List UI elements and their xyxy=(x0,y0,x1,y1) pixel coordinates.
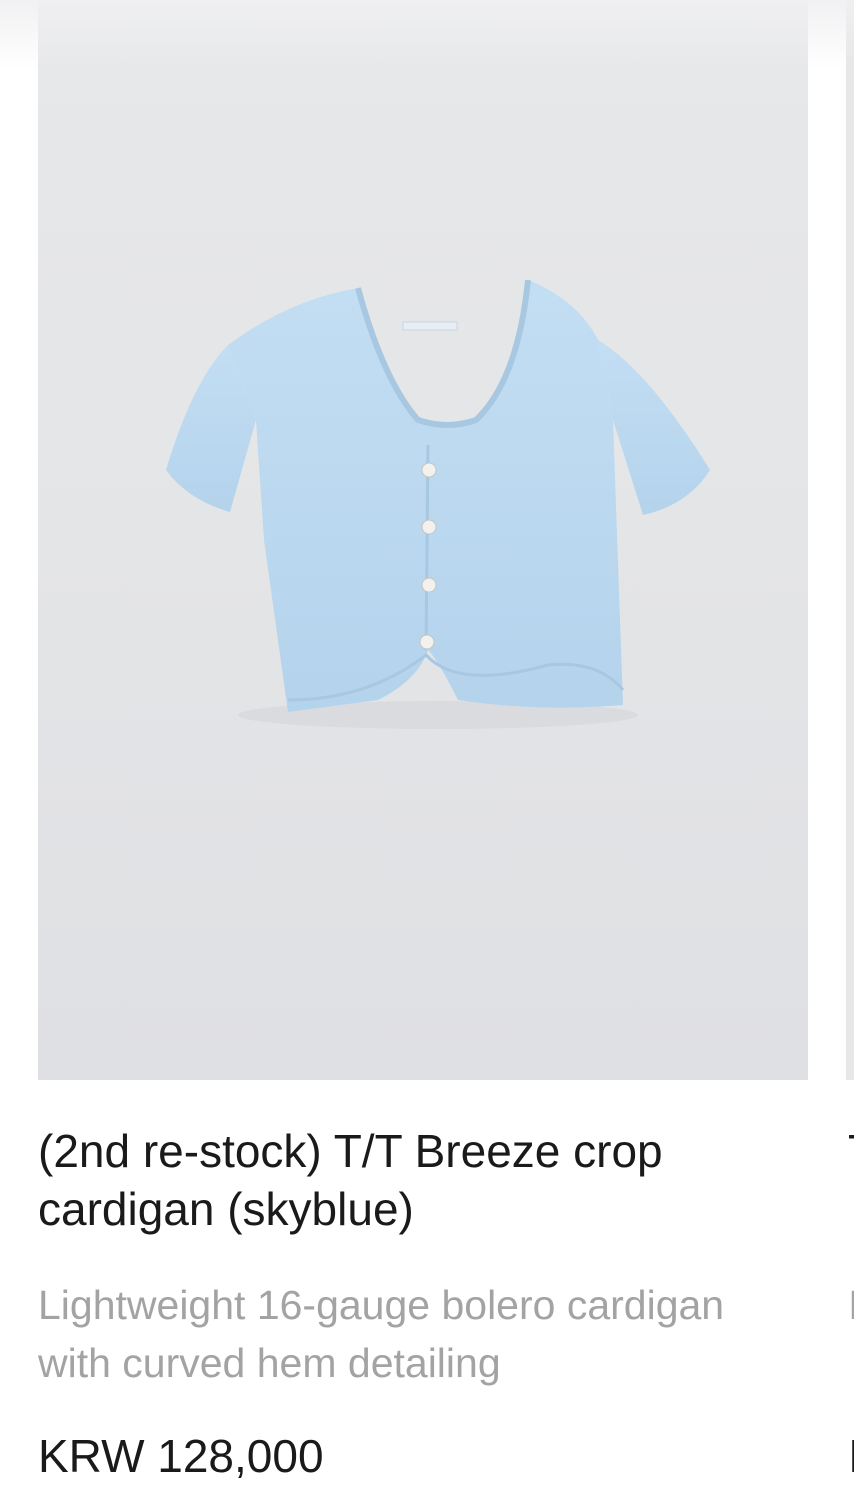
product-image[interactable] xyxy=(38,0,808,1080)
product-carousel: (2nd re-stock) T/T Breeze crop cardigan … xyxy=(0,0,854,1500)
product-title[interactable]: (2nd re-stock) T/T Breeze crop cardigan … xyxy=(38,1122,808,1238)
product-card[interactable]: (2nd re-stock) T/T Breeze crop cardigan … xyxy=(38,0,808,1500)
next-product-image[interactable] xyxy=(846,0,854,1080)
top-fade-overlay xyxy=(0,0,854,70)
cardigan-image-icon xyxy=(166,279,710,729)
product-description: Lightweight 16-gauge bolero cardigan wit… xyxy=(38,1282,725,1386)
next-product-card[interactable]: T I I xyxy=(846,0,854,1500)
next-product-price-partial: I xyxy=(848,1428,854,1484)
product-price: KRW 128,000 xyxy=(38,1430,324,1482)
next-product-description-partial: I xyxy=(848,1282,854,1328)
next-product-title-partial: T xyxy=(848,1122,854,1180)
